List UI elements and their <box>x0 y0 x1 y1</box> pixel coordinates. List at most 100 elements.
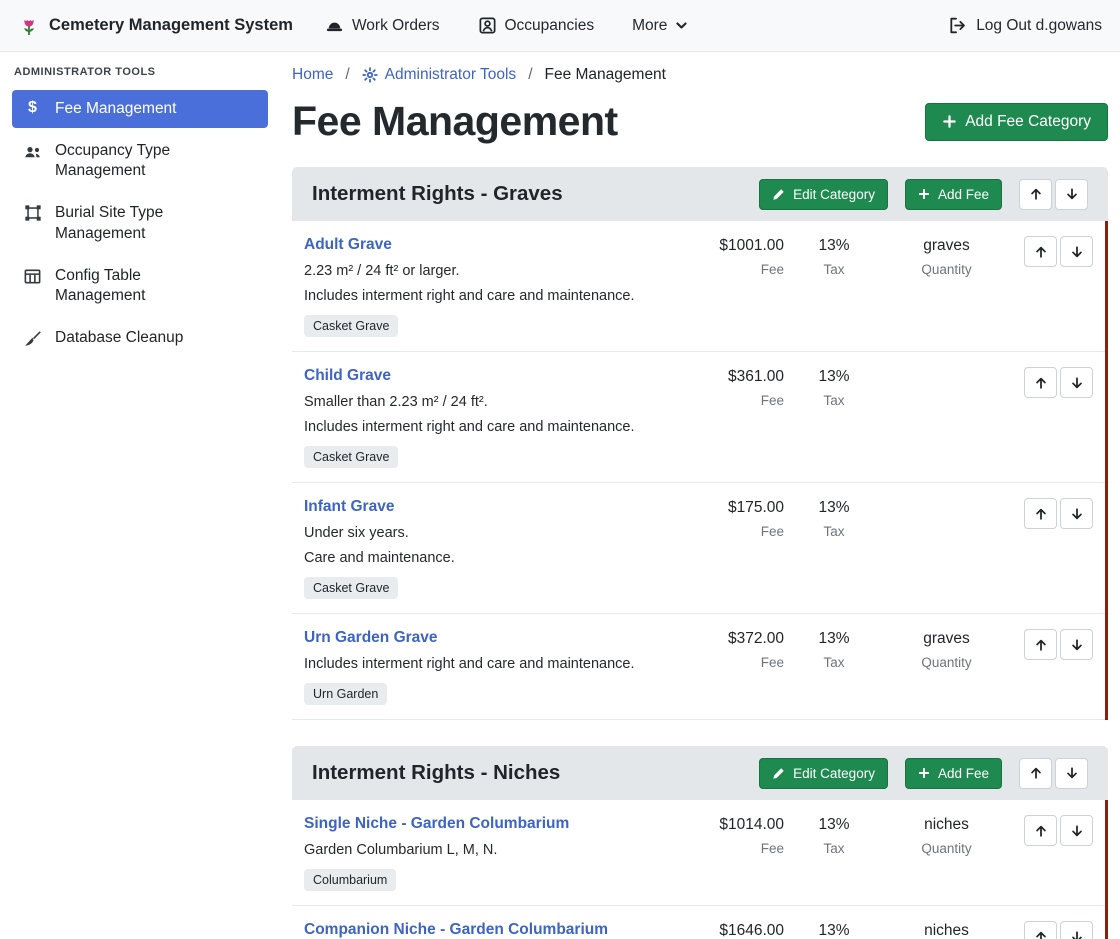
fee-amount: $175.00 <box>689 499 784 517</box>
fee-description: Includes interment right and care and ma… <box>304 419 673 435</box>
fee-reorder-controls <box>1015 815 1093 846</box>
move-category-up-button[interactable] <box>1019 758 1052 789</box>
fee-amount: $372.00 <box>689 630 784 648</box>
fee-amount-col: $1001.00 Fee <box>689 236 784 277</box>
add-fee-button[interactable]: Add Fee <box>905 758 1002 789</box>
nav-occupancies-label: Occupancies <box>505 17 595 35</box>
category-body: Single Niche - Garden Columbarium Garden… <box>292 800 1108 939</box>
add-fee-category-button[interactable]: Add Fee Category <box>925 103 1108 141</box>
page-title: Fee Management <box>292 98 618 145</box>
breadcrumb-home-link[interactable]: Home <box>292 66 333 84</box>
fee-quantity: graves <box>884 630 1009 648</box>
fee-name-link[interactable]: Urn Garden Grave <box>304 629 438 647</box>
fee-reorder-controls <box>1015 629 1093 660</box>
sidebar-item-fee-management[interactable]: $ Fee Management <box>12 90 268 128</box>
fee-amount-col: $1014.00 Fee <box>689 815 784 856</box>
fee-row: Urn Garden Grave Includes interment righ… <box>292 614 1105 720</box>
edit-category-button[interactable]: Edit Category <box>759 758 888 789</box>
arrow-up-icon <box>1034 638 1048 652</box>
fee-info: Companion Niche - Garden Columbarium Gar… <box>304 921 689 939</box>
sidebar-item-label: Burial Site Type Management <box>55 203 233 243</box>
arrow-up-icon <box>1034 507 1048 521</box>
logout-button[interactable]: Log Out d.gowans <box>948 16 1102 35</box>
fee-name-link[interactable]: Companion Niche - Garden Columbarium <box>304 921 608 939</box>
move-category-down-button[interactable] <box>1055 179 1088 210</box>
move-fee-down-button[interactable] <box>1060 498 1093 529</box>
breadcrumb: Home / Administrator Tools / Fee Managem… <box>292 66 1108 84</box>
fee-amount: $1001.00 <box>689 237 784 255</box>
app-brand[interactable]: Cemetery Management System <box>18 15 293 37</box>
category-header: Interment Rights - Niches Edit Category … <box>292 746 1108 800</box>
move-fee-up-button[interactable] <box>1024 815 1057 846</box>
fee-tax-label: Tax <box>784 393 884 408</box>
fee-info: Infant Grave Under six years. Care and m… <box>304 498 689 599</box>
fee-quantity-col: niches Quantity <box>884 921 1009 939</box>
arrow-up-icon <box>1034 245 1048 259</box>
fee-tax-col: 13% Tax <box>784 367 884 408</box>
move-fee-up-button[interactable] <box>1024 236 1057 267</box>
edit-category-button[interactable]: Edit Category <box>759 179 888 210</box>
fee-amount-label: Fee <box>689 524 784 539</box>
move-fee-down-button[interactable] <box>1060 815 1093 846</box>
sidebar-item-occupancy-type[interactable]: Occupancy Type Management <box>12 132 268 190</box>
fee-tax-col: 13% Tax <box>784 236 884 277</box>
move-fee-down-button[interactable] <box>1060 921 1093 939</box>
fee-name-link[interactable]: Adult Grave <box>304 236 392 254</box>
fee-type-badge: Columbarium <box>304 869 396 891</box>
move-fee-up-button[interactable] <box>1024 367 1057 398</box>
arrow-up-icon <box>1029 766 1043 780</box>
move-fee-down-button[interactable] <box>1060 629 1093 660</box>
fee-description: Garden Columbarium L, M, N. <box>304 842 673 858</box>
fee-quantity-col <box>884 498 1009 506</box>
fee-info: Single Niche - Garden Columbarium Garden… <box>304 815 689 891</box>
fee-amount: $361.00 <box>689 368 784 386</box>
arrow-down-icon <box>1070 507 1084 521</box>
table-icon <box>22 267 43 286</box>
fee-type-badge: Casket Grave <box>304 315 398 337</box>
sidebar-item-burial-site-type[interactable]: Burial Site Type Management <box>12 194 268 252</box>
fee-amount-label: Fee <box>689 841 784 856</box>
fee-quantity-label: Quantity <box>884 841 1009 856</box>
move-fee-up-button[interactable] <box>1024 921 1057 939</box>
chevron-down-icon <box>675 19 688 32</box>
category-card-graves: Interment Rights - Graves Edit Category … <box>292 167 1108 720</box>
breadcrumb-separator: / <box>528 66 532 84</box>
sidebar-item-label: Occupancy Type Management <box>55 141 233 181</box>
nav-occupancies[interactable]: Occupancies <box>478 16 595 35</box>
fee-type-badge: Casket Grave <box>304 577 398 599</box>
fee-amount-label: Fee <box>689 393 784 408</box>
fee-tax-col: 13% Tax <box>784 498 884 539</box>
fee-reorder-controls <box>1015 236 1093 267</box>
move-category-up-button[interactable] <box>1019 179 1052 210</box>
fee-reorder-controls <box>1015 921 1093 939</box>
sidebar-item-database-cleanup[interactable]: Database Cleanup <box>12 319 268 357</box>
sidebar-item-config-table[interactable]: Config Table Management <box>12 257 268 315</box>
arrow-down-icon <box>1070 638 1084 652</box>
app-title: Cemetery Management System <box>49 16 293 35</box>
plus-icon <box>942 114 957 129</box>
breadcrumb-admin-tools-link[interactable]: Administrator Tools <box>362 66 517 84</box>
fee-name-link[interactable]: Infant Grave <box>304 498 394 516</box>
gear-icon <box>362 67 378 83</box>
move-fee-up-button[interactable] <box>1024 498 1057 529</box>
category-reorder-controls <box>1019 179 1088 210</box>
nav-work-orders[interactable]: Work Orders <box>325 16 440 35</box>
fee-name-link[interactable]: Child Grave <box>304 367 391 385</box>
move-fee-down-button[interactable] <box>1060 367 1093 398</box>
move-fee-up-button[interactable] <box>1024 629 1057 660</box>
move-fee-down-button[interactable] <box>1060 236 1093 267</box>
vector-square-icon <box>22 204 43 222</box>
nav-more-label: More <box>632 17 667 35</box>
fee-quantity: niches <box>884 816 1009 834</box>
fee-tax: 13% <box>784 368 884 386</box>
fee-info: Adult Grave 2.23 m² / 24 ft² or larger. … <box>304 236 689 337</box>
arrow-up-icon <box>1034 930 1048 939</box>
move-category-down-button[interactable] <box>1055 758 1088 789</box>
pencil-icon <box>772 188 785 201</box>
fee-quantity-label: Quantity <box>884 655 1009 670</box>
fee-name-link[interactable]: Single Niche - Garden Columbarium <box>304 815 569 833</box>
fee-description: Under six years. <box>304 525 673 541</box>
add-fee-button[interactable]: Add Fee <box>905 179 1002 210</box>
fee-type-badge: Urn Garden <box>304 683 387 705</box>
nav-more[interactable]: More <box>632 17 688 35</box>
